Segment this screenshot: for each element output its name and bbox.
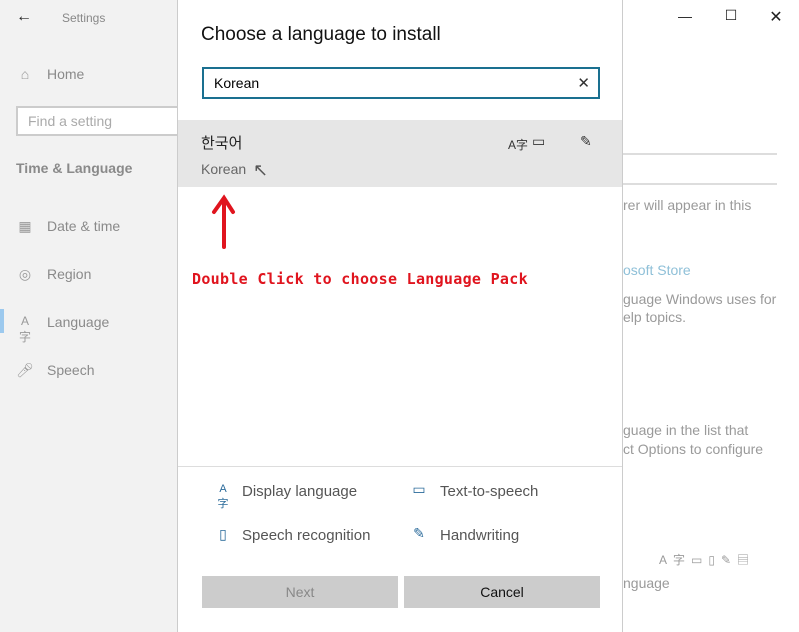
sidebar-item-date-time[interactable]: Date & time bbox=[47, 218, 120, 234]
next-button[interactable]: Next bbox=[202, 576, 398, 608]
sidebar-item-speech[interactable]: Speech bbox=[47, 362, 94, 378]
language-native-name: 한국어 bbox=[201, 135, 243, 152]
language-search-input[interactable] bbox=[204, 69, 564, 97]
install-language-dialog: Choose a language to install ✕ 한국어 Korea… bbox=[177, 0, 623, 632]
background-content: — ☐ ✕ rer will appear in this osoft Stor… bbox=[623, 0, 799, 632]
microphone-icon: 🎤︎ bbox=[16, 362, 34, 378]
text-to-speech-icon: ▭ bbox=[412, 481, 426, 497]
store-link[interactable]: osoft Store bbox=[623, 261, 691, 279]
display-language-icon: A字 bbox=[217, 483, 229, 510]
bg-text: nguage bbox=[623, 575, 670, 591]
language-icon: A字 bbox=[18, 314, 31, 344]
text-to-speech-icon: ▭ bbox=[532, 133, 546, 149]
feature-handwriting: Handwriting bbox=[440, 527, 520, 544]
window-title: Settings bbox=[62, 11, 106, 25]
close-icon[interactable]: ✕ bbox=[756, 7, 796, 27]
dialog-title: Choose a language to install bbox=[201, 24, 441, 45]
feature-text-to-speech: Text-to-speech bbox=[440, 483, 539, 500]
divider bbox=[178, 466, 622, 467]
sidebar-item-language[interactable]: Language bbox=[47, 314, 109, 330]
find-setting-input[interactable]: Find a setting bbox=[16, 106, 186, 136]
annotation-arrow-icon bbox=[212, 194, 235, 249]
clear-icon[interactable]: ✕ bbox=[577, 74, 590, 92]
back-button[interactable]: ← bbox=[16, 8, 32, 26]
bg-text: rer will appear in this bbox=[623, 197, 752, 213]
annotation-text: Double Click to choose Language Pack bbox=[192, 270, 528, 288]
microphone-icon: ▯ bbox=[219, 526, 227, 542]
selected-indicator bbox=[0, 309, 4, 333]
sidebar: ← Settings ⌂ Home Find a setting Time & … bbox=[0, 0, 186, 632]
feature-icons: A字▭▯✎▤ bbox=[659, 553, 756, 567]
language-dropdown[interactable] bbox=[623, 153, 777, 185]
section-heading: Time & Language bbox=[16, 160, 133, 176]
bg-text: guage Windows uses for bbox=[623, 291, 777, 307]
display-language-icon: A字 bbox=[508, 138, 529, 152]
sidebar-home[interactable]: Home bbox=[47, 66, 84, 82]
feature-speech-recognition: Speech recognition bbox=[242, 527, 371, 544]
bg-text: elp topics. bbox=[623, 309, 687, 325]
home-icon: ⌂ bbox=[20, 66, 30, 82]
handwriting-icon: ✎ bbox=[580, 133, 592, 149]
globe-icon: ◎ bbox=[18, 266, 32, 282]
bg-text: guage in the list that bbox=[623, 422, 749, 438]
handwriting-icon: ✎ bbox=[413, 525, 425, 541]
language-search-box: ✕ bbox=[202, 67, 600, 99]
calendar-clock-icon: ▦ bbox=[18, 218, 32, 234]
bg-text: ct Options to configure bbox=[623, 441, 764, 457]
minimize-icon[interactable]: — bbox=[665, 8, 705, 24]
sidebar-item-region[interactable]: Region bbox=[47, 266, 91, 282]
find-setting-placeholder: Find a setting bbox=[28, 113, 113, 129]
mouse-cursor-icon: ↖ bbox=[253, 160, 269, 180]
feature-display-language: Display language bbox=[242, 483, 358, 500]
cancel-button[interactable]: Cancel bbox=[404, 576, 600, 608]
language-list-item[interactable]: 한국어 Korean ↖ A字 ▭ ✎ bbox=[178, 120, 622, 187]
maximize-icon[interactable]: ☐ bbox=[711, 7, 751, 24]
language-english-name: Korean bbox=[201, 161, 247, 177]
